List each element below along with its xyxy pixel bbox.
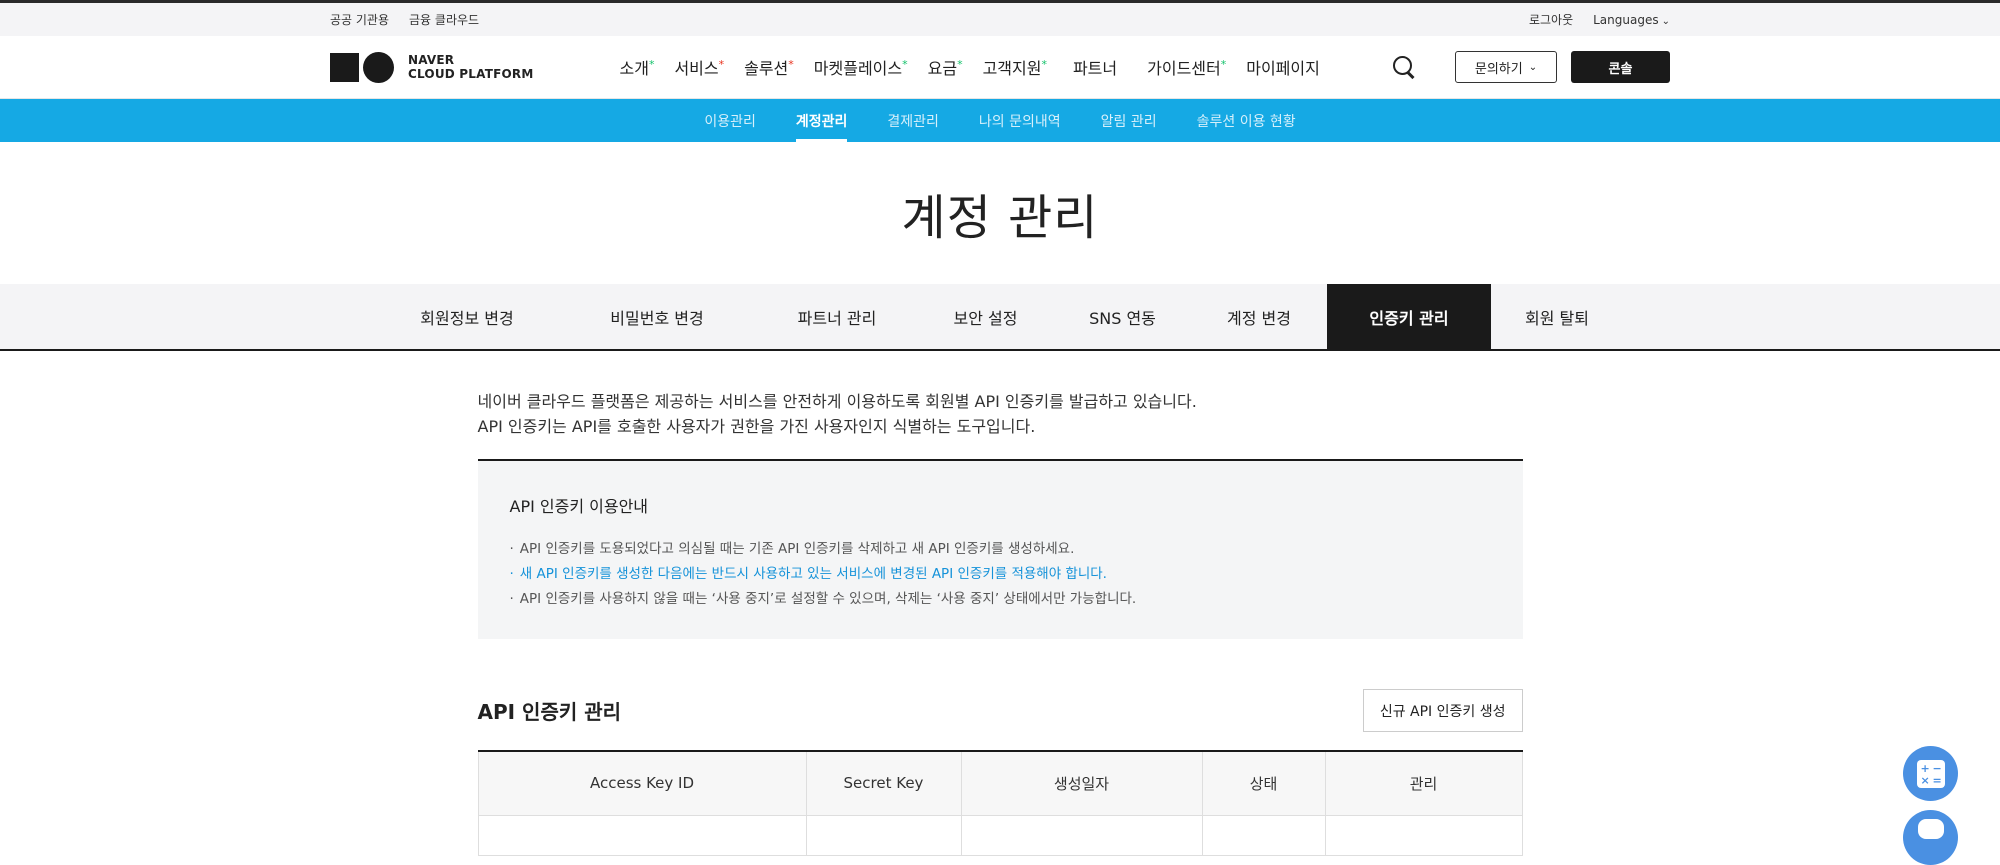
api-key-table: Access Key ID Secret Key 생성일자 상태 관리	[477, 750, 1523, 856]
page-title: 계정 관리	[901, 190, 1099, 246]
table-row	[477, 814, 1523, 856]
new-mark-icon: *	[718, 58, 725, 71]
gnb-item-partner[interactable]: 파트너	[1063, 55, 1127, 79]
inquiry-button[interactable]: 문의하기 ⌄	[1455, 51, 1557, 83]
notice-box: API 인증키 이용안내 API 인증키를 도용되었다고 의심될 때는 기존 A…	[477, 459, 1523, 639]
create-api-key-button[interactable]: 신규 API 인증키 생성	[1362, 689, 1523, 732]
tab-withdraw[interactable]: 회원 탈퇴	[1491, 284, 1623, 349]
header: NAVER CLOUD PLATFORM 소개* 서비스* 솔루션* 마켓플레이…	[0, 36, 2000, 99]
gnb-item-guide-center[interactable]: 가이드센터*	[1137, 55, 1236, 79]
gnb-label: 서비스	[674, 59, 719, 78]
inquiry-label: 문의하기	[1474, 61, 1523, 77]
notice-item-highlight: 새 API 인증키를 생성한 다음에는 반드시 사용하고 있는 서비스에 변경된…	[510, 562, 1491, 587]
logo-circle-icon	[363, 51, 394, 83]
chatbot-icon	[1917, 818, 1944, 839]
subnav-solution-usage[interactable]: 솔루션 이용 현황	[1177, 99, 1316, 142]
languages-label: Languages	[1593, 12, 1659, 27]
logo-text: NAVER CLOUD PLATFORM	[408, 53, 533, 81]
notice-item: API 인증키를 도용되었다고 의심될 때는 기존 API 인증키를 삭제하고 …	[510, 537, 1491, 562]
public-agency-link[interactable]: 공공 기관용	[330, 11, 389, 28]
global-nav: 소개* 서비스* 솔루션* 마켓플레이스* 요금* 고객지원* 파트너 가이드센…	[609, 55, 1329, 79]
intro-line1: 네이버 클라우드 플랫폼은 제공하는 서비스를 안전하게 이용하도록 회원별 A…	[477, 392, 1197, 411]
finance-cloud-link[interactable]: 금융 클라우드	[409, 11, 479, 28]
subnav-my-inquiries[interactable]: 나의 문의내역	[959, 99, 1081, 142]
table-header-row: Access Key ID Secret Key 생성일자 상태 관리	[477, 751, 1523, 816]
col-manage: 관리	[1324, 751, 1523, 816]
tab-security[interactable]: 보안 설정	[917, 284, 1054, 349]
notice-title: API 인증키 이용안내	[509, 497, 649, 516]
col-status: 상태	[1201, 751, 1326, 816]
logo-line2: CLOUD PLATFORM	[408, 67, 534, 81]
subnav-usage[interactable]: 이용관리	[684, 99, 776, 142]
gnb-label: 파트너	[1072, 59, 1118, 78]
subnav-billing[interactable]: 결제관리	[867, 99, 959, 142]
table-cell	[1324, 814, 1523, 856]
gnb-label: 마이페이지	[1246, 59, 1320, 78]
gnb-item-marketplace[interactable]: 마켓플레이스*	[804, 55, 918, 79]
tab-member-info[interactable]: 회원정보 변경	[377, 284, 557, 349]
keys-title: API 인증키 관리	[477, 700, 622, 724]
calculator-icon: + − × =	[1916, 759, 1945, 788]
new-mark-icon: *	[1220, 58, 1227, 71]
gnb-label: 소개	[619, 59, 649, 78]
console-button[interactable]: 콘솔	[1571, 51, 1670, 83]
gnb-label: 고객지원	[982, 59, 1042, 78]
chatbot-float-button[interactable]	[1903, 810, 1958, 865]
main-content: 네이버 클라우드 플랫폼은 제공하는 서비스를 안전하게 이용하도록 회원별 A…	[477, 351, 1523, 856]
gnb-label: 가이드센터	[1147, 59, 1221, 78]
notice-list: API 인증키를 도용되었다고 의심될 때는 기존 API 인증키를 삭제하고 …	[510, 537, 1491, 612]
col-secret-key: Secret Key	[805, 751, 962, 816]
intro-text: 네이버 클라우드 플랫폼은 제공하는 서비스를 안전하게 이용하도록 회원별 A…	[478, 389, 1523, 439]
gnb-item-pricing[interactable]: 요금*	[918, 55, 973, 79]
new-mark-icon: *	[788, 58, 794, 71]
intro-line2: API 인증키는 API를 호출한 사용자가 권한을 가진 사용자인지 식별하는…	[477, 417, 1036, 436]
logo-line1: NAVER	[408, 53, 455, 67]
search-icon[interactable]	[1391, 54, 1417, 80]
gnb-item-services[interactable]: 서비스*	[664, 55, 734, 79]
gnb-item-intro[interactable]: 소개*	[609, 55, 664, 79]
utility-bar: 공공 기관용 금융 클라우드 로그아웃 Languages ⌄	[0, 3, 2000, 36]
gnb-label: 마켓플레이스	[813, 59, 903, 78]
notice-item: API 인증키를 사용하지 않을 때는 ‘사용 중지’로 설정할 수 있으며, …	[510, 587, 1491, 612]
col-access-key-id: Access Key ID	[477, 751, 807, 816]
tab-partner[interactable]: 파트너 관리	[757, 284, 917, 349]
logout-link[interactable]: 로그아웃	[1529, 11, 1573, 28]
languages-dropdown[interactable]: Languages ⌄	[1593, 13, 1670, 27]
page-title-section: 계정 관리	[0, 142, 2000, 284]
calculator-float-button[interactable]: + − × =	[1903, 746, 1958, 801]
table-cell	[805, 814, 962, 856]
naver-cloud-logo[interactable]: NAVER CLOUD PLATFORM	[330, 51, 533, 83]
new-mark-icon: *	[902, 58, 908, 71]
tab-account-change[interactable]: 계정 변경	[1191, 284, 1327, 349]
new-mark-icon: *	[648, 58, 655, 71]
logo-square-icon	[330, 52, 359, 82]
sub-nav: 이용관리 계정관리 결제관리 나의 문의내역 알림 관리 솔루션 이용 현황	[0, 99, 2000, 142]
tab-auth-key[interactable]: 인증키 관리	[1327, 284, 1491, 349]
chevron-down-icon: ⌄	[1528, 61, 1538, 73]
subnav-account[interactable]: 계정관리	[776, 99, 868, 142]
new-mark-icon: *	[1041, 58, 1047, 71]
gnb-label: 솔루션	[744, 59, 789, 78]
gnb-item-solutions[interactable]: 솔루션*	[734, 55, 804, 79]
new-mark-icon: *	[957, 58, 963, 71]
subnav-notifications[interactable]: 알림 관리	[1081, 99, 1177, 142]
table-cell	[1201, 814, 1326, 856]
gnb-item-support[interactable]: 고객지원*	[973, 55, 1057, 79]
col-created-date: 생성일자	[960, 751, 1203, 816]
gnb-label: 요금	[927, 59, 958, 78]
table-cell	[960, 814, 1203, 856]
gnb-item-mypage[interactable]: 마이페이지	[1236, 55, 1330, 79]
table-cell	[477, 814, 807, 856]
chevron-down-icon: ⌄	[1661, 15, 1670, 27]
keys-header: API 인증키 관리 신규 API 인증키 생성	[478, 689, 1523, 732]
tab-sns[interactable]: SNS 연동	[1054, 284, 1191, 349]
account-tabs: 회원정보 변경 비밀번호 변경 파트너 관리 보안 설정 SNS 연동 계정 변…	[0, 284, 2000, 351]
tab-password[interactable]: 비밀번호 변경	[557, 284, 757, 349]
